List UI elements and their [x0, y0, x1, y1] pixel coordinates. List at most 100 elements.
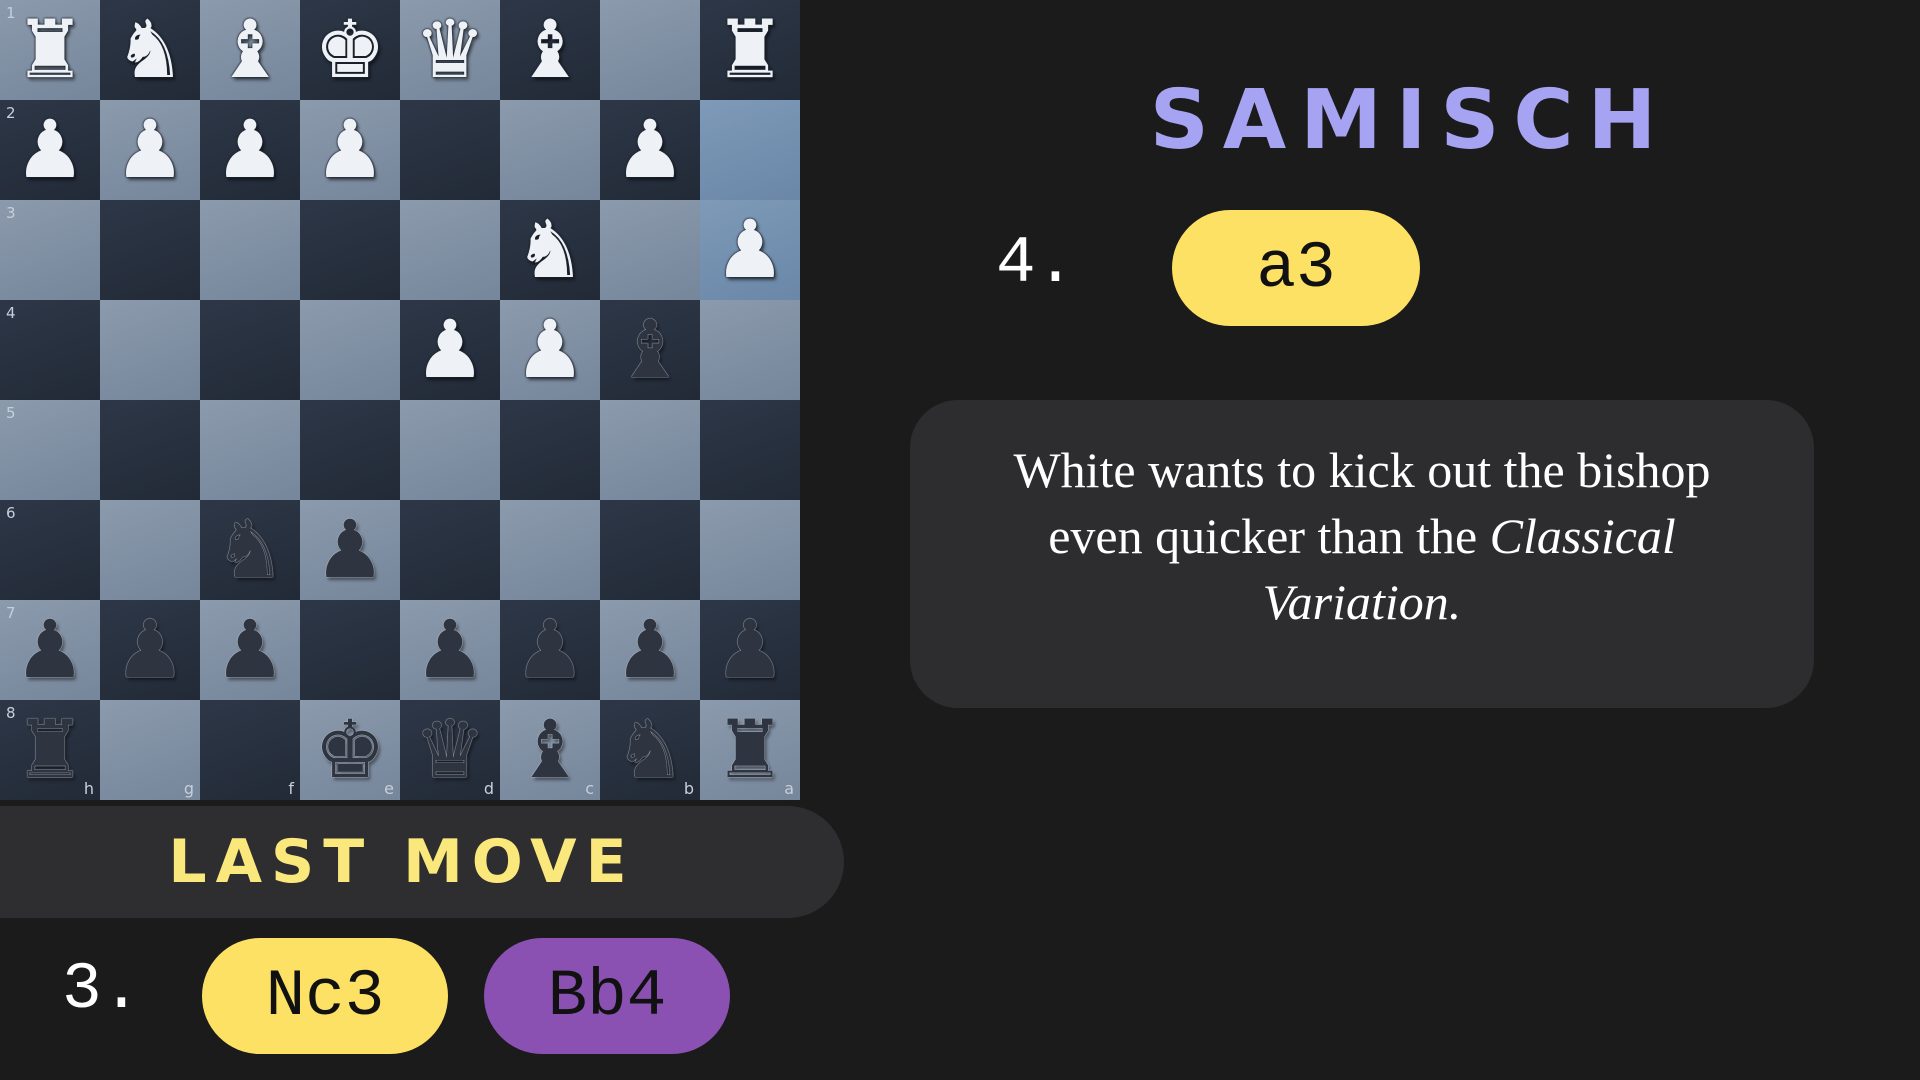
white-king-icon[interactable]: ♚: [300, 0, 400, 100]
rank-label: 4: [6, 304, 16, 322]
board-square[interactable]: d ♛: [400, 700, 500, 800]
board-square[interactable]: 4: [0, 300, 100, 400]
board-square[interactable]: [300, 400, 400, 500]
board-square[interactable]: ♟: [100, 600, 200, 700]
board-square[interactable]: ♜: [700, 0, 800, 100]
board-square[interactable]: 8 h ♜: [0, 700, 100, 800]
board-square[interactable]: ♟: [200, 600, 300, 700]
board-square[interactable]: g: [100, 700, 200, 800]
board-square[interactable]: [200, 200, 300, 300]
board-square[interactable]: [600, 400, 700, 500]
board-square[interactable]: [600, 500, 700, 600]
board-square[interactable]: [400, 400, 500, 500]
board-square[interactable]: [400, 500, 500, 600]
board-square[interactable]: [400, 100, 500, 200]
board-square[interactable]: [100, 200, 200, 300]
board-square[interactable]: ♟: [200, 100, 300, 200]
board-square[interactable]: ♟: [600, 100, 700, 200]
white-knight-icon[interactable]: ♞: [500, 200, 600, 300]
board-square[interactable]: ♞: [200, 500, 300, 600]
black-bishop-icon[interactable]: ♝: [600, 300, 700, 400]
black-pawn-icon[interactable]: ♟: [100, 600, 200, 700]
board-square[interactable]: 6: [0, 500, 100, 600]
board-square[interactable]: [700, 100, 800, 200]
board-square[interactable]: [500, 500, 600, 600]
black-pawn-icon[interactable]: ♟: [0, 600, 100, 700]
file-label: g: [183, 779, 194, 798]
black-king-icon[interactable]: ♚: [300, 700, 400, 800]
white-pawn-icon[interactable]: ♟: [300, 100, 400, 200]
board-square[interactable]: ♟: [300, 100, 400, 200]
board-square[interactable]: 5: [0, 400, 100, 500]
black-pawn-icon[interactable]: ♟: [300, 500, 400, 600]
board-square[interactable]: [600, 0, 700, 100]
board-square[interactable]: ♟: [500, 600, 600, 700]
white-pawn-icon[interactable]: ♟: [400, 300, 500, 400]
board-square[interactable]: 7 ♟: [0, 600, 100, 700]
board-square[interactable]: [300, 200, 400, 300]
board-square[interactable]: ♟: [500, 300, 600, 400]
board-square[interactable]: [100, 400, 200, 500]
white-bishop-icon[interactable]: ♝: [200, 0, 300, 100]
board-square[interactable]: ♟: [300, 500, 400, 600]
black-queen-icon[interactable]: ♛: [400, 700, 500, 800]
white-pawn-icon[interactable]: ♟: [0, 100, 100, 200]
board-square[interactable]: e ♚: [300, 700, 400, 800]
white-pawn-icon[interactable]: ♟: [500, 300, 600, 400]
board-square[interactable]: a ♜: [700, 700, 800, 800]
white-queen-icon[interactable]: ♛: [400, 0, 500, 100]
black-bishop-icon[interactable]: ♝: [500, 700, 600, 800]
board-square[interactable]: ♟: [400, 600, 500, 700]
description-text: White wants to kick out the bishop even …: [972, 437, 1752, 635]
board-square[interactable]: [100, 500, 200, 600]
board-square[interactable]: ♞: [100, 0, 200, 100]
board-square[interactable]: ♟: [600, 600, 700, 700]
black-pawn-icon[interactable]: ♟: [500, 600, 600, 700]
board-square[interactable]: 1 ♜: [0, 0, 100, 100]
board-square[interactable]: [400, 200, 500, 300]
board-square[interactable]: [600, 200, 700, 300]
board-square[interactable]: 3: [0, 200, 100, 300]
white-bishop-icon[interactable]: ♝: [500, 0, 600, 100]
board-square[interactable]: ♟: [400, 300, 500, 400]
white-pawn-icon[interactable]: ♟: [600, 100, 700, 200]
white-rook-icon[interactable]: ♜: [700, 0, 800, 100]
white-knight-icon[interactable]: ♞: [100, 0, 200, 100]
black-pawn-icon[interactable]: ♟: [700, 600, 800, 700]
board-square[interactable]: ♟: [700, 600, 800, 700]
board-square[interactable]: b ♞: [600, 700, 700, 800]
board-square[interactable]: 2 ♟: [0, 100, 100, 200]
white-rook-icon[interactable]: ♜: [0, 0, 100, 100]
board-square[interactable]: ♞: [500, 200, 600, 300]
board-square[interactable]: [500, 400, 600, 500]
board-square[interactable]: [100, 300, 200, 400]
board-square[interactable]: ♝: [200, 0, 300, 100]
board-square[interactable]: ♝: [500, 0, 600, 100]
black-knight-icon[interactable]: ♞: [200, 500, 300, 600]
board-square[interactable]: ♛: [400, 0, 500, 100]
board-square[interactable]: ♚: [300, 0, 400, 100]
white-pawn-icon[interactable]: ♟: [100, 100, 200, 200]
board-square[interactable]: [200, 300, 300, 400]
board-square[interactable]: [700, 300, 800, 400]
board-square[interactable]: ♝: [600, 300, 700, 400]
black-rook-icon[interactable]: ♜: [0, 700, 100, 800]
chess-board[interactable]: 1 ♜ ♞ ♝ ♚ ♛ ♝ ♜ 2 ♟ ♟ ♟ ♟ ♟ 3 ♞ ♟ 4 ♟ ♟ ♝ 5 6 ♞ ♟ 7 ♟ ♟ ♟ ♟ ♟ ♟ ♟ 8 h ♜ g f e ♚…: [0, 0, 800, 800]
black-pawn-icon[interactable]: ♟: [200, 600, 300, 700]
board-square[interactable]: [200, 400, 300, 500]
board-square[interactable]: ♟: [700, 200, 800, 300]
black-pawn-icon[interactable]: ♟: [400, 600, 500, 700]
white-pawn-icon[interactable]: ♟: [700, 200, 800, 300]
black-rook-icon[interactable]: ♜: [700, 700, 800, 800]
board-square[interactable]: [300, 600, 400, 700]
board-square[interactable]: [700, 400, 800, 500]
board-square[interactable]: [300, 300, 400, 400]
black-pawn-icon[interactable]: ♟: [600, 600, 700, 700]
board-square[interactable]: ♟: [100, 100, 200, 200]
board-square[interactable]: [700, 500, 800, 600]
board-square[interactable]: [500, 100, 600, 200]
board-square[interactable]: c ♝: [500, 700, 600, 800]
white-pawn-icon[interactable]: ♟: [200, 100, 300, 200]
black-knight-icon[interactable]: ♞: [600, 700, 700, 800]
board-square[interactable]: f: [200, 700, 300, 800]
